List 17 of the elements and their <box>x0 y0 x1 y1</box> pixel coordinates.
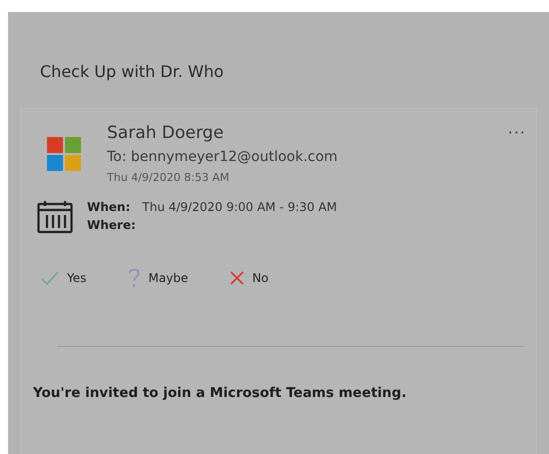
response-button[interactable]: Yes <box>37 268 86 288</box>
response-button[interactable]: No <box>226 268 269 288</box>
recipient-line: To: bennymeyer12@outlook.com <box>107 149 339 165</box>
invitation-text: You're invited to join a Microsoft Teams meeting. <box>33 385 408 401</box>
detail-label: Where: <box>87 218 136 232</box>
response-button[interactable]: Maybe <box>124 268 188 288</box>
sender-name: Sarah Doerge <box>107 123 225 143</box>
subject-title: Check Up with Dr. Who <box>39 61 225 83</box>
sent-time: Thu 4/9/2020 8:53 AM <box>107 171 230 184</box>
detail-label: When: <box>87 200 130 214</box>
four-squares-logo-icon <box>47 137 81 171</box>
more-options-button[interactable]: ··· <box>498 123 536 142</box>
detail-value: Thu 4/9/2020 9:00 AM - 9:30 AM <box>142 200 337 214</box>
question-mark-icon <box>128 268 140 288</box>
close-icon <box>230 271 244 285</box>
calendar-icon <box>37 200 73 234</box>
check-icon <box>41 271 59 285</box>
